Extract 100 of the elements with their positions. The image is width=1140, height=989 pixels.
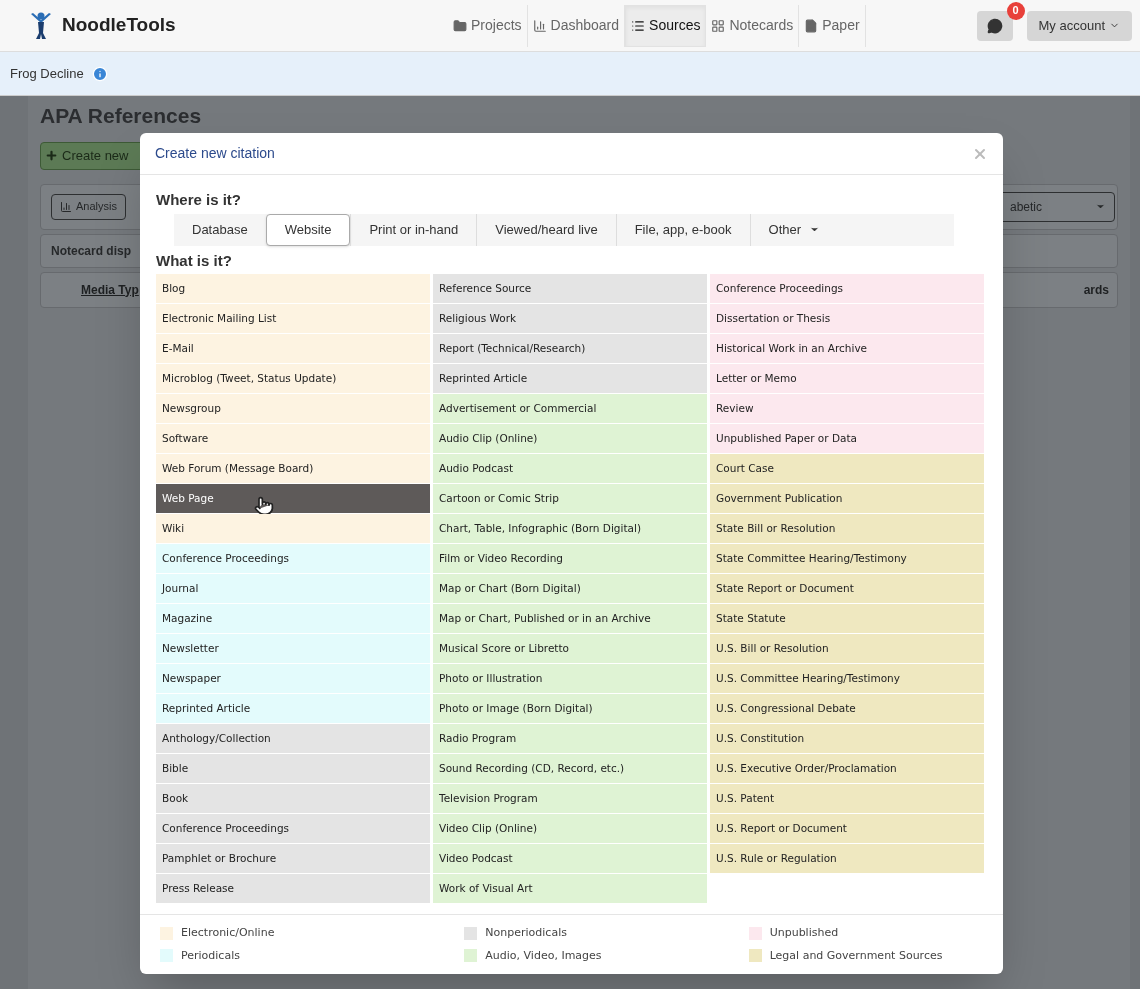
nav-tab[interactable]: Notecards — [706, 4, 800, 47]
source-type-option[interactable]: Historical Work in an Archive — [710, 334, 984, 364]
source-type-option[interactable]: State Statute — [710, 604, 984, 634]
source-type-option[interactable]: Web Forum (Message Board) — [156, 454, 430, 484]
source-type-option[interactable]: Audio Podcast — [433, 454, 707, 484]
source-type-option[interactable]: Conference Proceedings — [156, 544, 430, 574]
legend-label: Unpublished — [769, 925, 839, 941]
media-type-label: Media Typ — [81, 281, 139, 299]
source-type-option[interactable]: U.S. Executive Order/Proclamation — [710, 754, 984, 784]
source-type-option[interactable]: Reprinted Article — [433, 364, 707, 394]
messages-button[interactable] — [976, 10, 1013, 41]
cards-label: ards — [1083, 281, 1109, 299]
location-tab[interactable]: File, app, e-book — [615, 213, 750, 246]
source-type-option[interactable]: Magazine — [156, 604, 430, 634]
source-type-option[interactable]: Newsletter — [156, 634, 430, 664]
source-type-option[interactable]: Conference Proceedings — [156, 814, 430, 844]
list-icon — [631, 18, 646, 33]
create-new-label: Create new — [62, 146, 129, 165]
source-type-option[interactable]: Pamphlet or Brochure — [156, 844, 430, 874]
source-type-option[interactable]: Letter or Memo — [710, 364, 984, 394]
folder-icon — [453, 18, 467, 33]
source-type-option[interactable]: Map or Chart (Born Digital) — [433, 574, 707, 604]
location-tab[interactable]: Viewed/heard live — [476, 213, 616, 246]
location-tab[interactable]: Database — [174, 213, 266, 246]
source-type-option[interactable]: Cartoon or Comic Strip — [433, 484, 707, 514]
source-type-option[interactable]: Unpublished Paper or Data — [710, 424, 984, 454]
source-type-option[interactable]: Audio Clip (Online) — [433, 424, 707, 454]
source-type-option[interactable]: Television Program — [433, 784, 707, 814]
source-type-option[interactable]: U.S. Bill or Resolution — [710, 634, 984, 664]
chart-icon — [60, 200, 72, 213]
source-type-option[interactable]: Reprinted Article — [156, 694, 430, 724]
source-type-option[interactable]: U.S. Patent — [710, 784, 984, 814]
source-type-option[interactable]: State Report or Document — [710, 574, 984, 604]
source-type-option[interactable]: Web Page — [156, 484, 430, 514]
source-type-option[interactable]: Dissertation or Thesis — [710, 304, 984, 334]
source-type-option[interactable]: Software — [156, 424, 430, 454]
source-type-option[interactable]: Press Release — [156, 874, 430, 904]
source-type-option[interactable]: Sound Recording (CD, Record, etc.) — [433, 754, 707, 784]
source-type-option[interactable]: U.S. Constitution — [710, 724, 984, 754]
plus-icon — [45, 149, 58, 162]
source-type-option[interactable]: Advertisement or Commercial — [433, 394, 707, 424]
source-type-option[interactable]: Photo or Illustration — [433, 664, 707, 694]
source-type-option[interactable]: State Bill or Resolution — [710, 514, 984, 544]
legend-label: Audio, Video, Images — [485, 947, 602, 964]
analysis-button[interactable]: Analysis — [51, 193, 126, 220]
source-type-option[interactable]: Newspaper — [156, 664, 430, 694]
source-type-option[interactable]: Conference Proceedings — [710, 274, 984, 304]
nav-tab[interactable]: Paper — [799, 4, 866, 47]
source-type-option[interactable]: U.S. Rule or Regulation — [710, 844, 984, 874]
source-type-option[interactable]: Microblog (Tweet, Status Update) — [156, 364, 430, 394]
source-type-option[interactable]: Book — [156, 784, 430, 814]
source-type-option[interactable]: Film or Video Recording — [433, 544, 707, 574]
chat-icon — [986, 17, 1003, 34]
legend-label: Periodicals — [181, 947, 240, 964]
source-type-option[interactable]: Anthology/Collection — [156, 724, 430, 754]
source-type-option[interactable]: Electronic Mailing List — [156, 304, 430, 334]
source-type-option[interactable]: Journal — [156, 574, 430, 604]
source-type-option[interactable]: Map or Chart, Published or in an Archive — [433, 604, 707, 634]
nav-tab[interactable]: Projects — [448, 4, 528, 47]
source-type-option[interactable]: U.S. Committee Hearing/Testimony — [710, 664, 984, 694]
legend-label: Electronic/Online — [181, 925, 275, 941]
source-type-option[interactable]: U.S. Report or Document — [710, 814, 984, 844]
notecard-label: Notecard disp — [51, 242, 131, 260]
source-type-option[interactable]: State Committee Hearing/Testimony — [710, 544, 984, 574]
source-type-option[interactable]: Report (Technical/Research) — [433, 334, 707, 364]
source-type-option[interactable]: Court Case — [710, 454, 984, 484]
section-heading: What is it? — [156, 250, 233, 271]
source-type-option[interactable]: Chart, Table, Infographic (Born Digital) — [433, 514, 707, 544]
source-type-option[interactable]: Newsgroup — [156, 394, 430, 424]
source-type-option[interactable]: Photo or Image (Born Digital) — [433, 694, 707, 724]
page-title: APA References — [39, 103, 203, 129]
source-type-option[interactable]: U.S. Congressional Debate — [710, 694, 984, 724]
chart-icon — [532, 18, 547, 33]
account-menu-button[interactable]: My account — [1026, 10, 1132, 41]
legend-label: Legal and Government Sources — [769, 947, 943, 964]
info-icon[interactable] — [91, 65, 108, 82]
source-type-option[interactable]: Work of Visual Art — [433, 874, 707, 904]
section-heading: Where is it? — [156, 190, 242, 210]
location-tab[interactable]: Other — [749, 213, 839, 246]
source-type-option[interactable]: Review — [710, 394, 984, 424]
source-type-option[interactable]: Radio Program — [433, 724, 707, 754]
grid-icon — [711, 18, 726, 33]
project-name[interactable]: Frog Decline — [10, 63, 84, 84]
legend-label: Nonperiodicals — [485, 925, 567, 941]
location-tab[interactable]: Print or in-hand — [350, 213, 477, 246]
source-type-option[interactable]: Bible — [156, 754, 430, 784]
source-type-option[interactable]: Video Clip (Online) — [433, 814, 707, 844]
source-type-option[interactable]: Religious Work — [433, 304, 707, 334]
source-type-option[interactable]: Wiki — [156, 514, 430, 544]
nav-tab[interactable]: Sources — [625, 4, 707, 47]
source-type-option[interactable]: Government Publication — [710, 484, 984, 514]
source-type-option[interactable]: E-Mail — [156, 334, 430, 364]
file-icon — [804, 18, 819, 33]
source-type-option[interactable]: Blog — [156, 274, 430, 304]
brand-name[interactable]: NoodleTools — [62, 11, 176, 40]
location-tab[interactable]: Website — [265, 213, 351, 246]
source-type-option[interactable]: Musical Score or Libretto — [433, 634, 707, 664]
source-type-option[interactable]: Reference Source — [433, 274, 707, 304]
notification-badge: 0 — [1006, 1, 1025, 20]
source-type-option[interactable]: Video Podcast — [433, 844, 707, 874]
